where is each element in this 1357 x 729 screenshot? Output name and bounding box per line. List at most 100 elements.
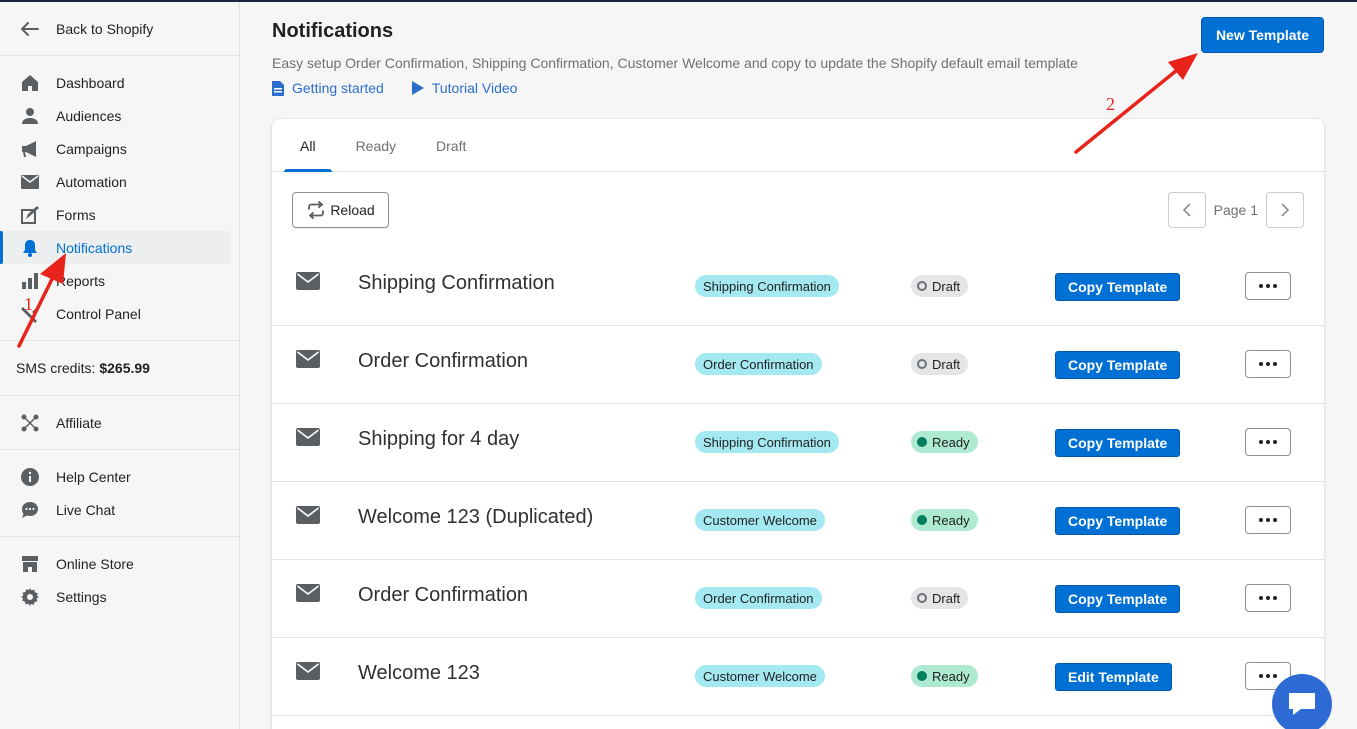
prev-page-button[interactable] [1167,192,1206,228]
pagination: Page 1 [1167,192,1304,228]
sms-credits-value: $265.99 [99,360,150,376]
template-row: Welcome 123 Customer Welcome Ready Edit … [272,638,1324,716]
back-to-shopify-link[interactable]: Back to Shopify [0,2,239,56]
getting-started-label: Getting started [292,80,384,96]
status-label: Draft [932,590,961,606]
template-row: Order Confirmation Order Confirmation Dr… [272,326,1324,404]
ellipsis-icon [1259,284,1277,288]
sidebar-item-label: Automation [56,173,127,190]
template-type-badge: Order Confirmation [695,587,822,609]
status-badge: Ready [911,431,978,453]
sidebar-item-label: Audiences [56,107,122,124]
sidebar-item-automation[interactable]: Automation [0,165,231,198]
template-name: Order Confirmation [358,584,529,606]
new-template-button[interactable]: New Template [1201,17,1324,53]
sidebar-item-online-store[interactable]: Online Store [0,547,231,580]
sidebar-item-affiliate[interactable]: Affiliate [0,406,231,439]
gear-icon [20,587,40,607]
status-label: Ready [932,512,970,528]
chat-bubble-icon [1289,693,1315,715]
person-icon [20,106,40,126]
annotation-number-2: 2 [1106,94,1115,114]
affiliate-icon [20,413,40,433]
sidebar-item-forms[interactable]: Forms [0,198,231,231]
tutorial-video-link[interactable]: Tutorial Video [411,80,518,96]
page-title: Notifications [272,20,394,42]
mail-icon [20,172,40,192]
ellipsis-icon [1259,440,1277,444]
tab-ready[interactable]: Ready [340,119,420,172]
sidebar-item-label: Dashboard [56,74,125,91]
sidebar-item-label: Affiliate [56,414,102,431]
sidebar-item-dashboard[interactable]: Dashboard [0,66,231,99]
status-label: Draft [932,278,961,294]
template-type-badge: Shipping Confirmation [695,431,839,453]
sidebar-item-help-center[interactable]: Help Center [0,460,231,493]
list-toolbar: Reload Page 1 [272,172,1324,248]
sidebar-item-audiences[interactable]: Audiences [0,99,231,132]
template-name: Shipping for 4 day [358,428,520,450]
copy-template-button[interactable]: Copy Template [1055,429,1181,457]
copy-template-button[interactable]: Copy Template [1055,351,1181,379]
tutorial-video-label: Tutorial Video [431,80,518,96]
sidebar-item-label: Campaigns [56,140,127,157]
sidebar-item-label: Online Store [56,555,134,572]
status-label: Draft [932,356,961,372]
mail-icon [296,506,320,524]
copy-template-button[interactable]: Copy Template [1055,507,1181,535]
sidebar-item-settings[interactable]: Settings [0,580,231,613]
tab-all[interactable]: All [284,119,332,172]
sidebar-affiliate-group: Affiliate [0,396,239,450]
sidebar-item-live-chat[interactable]: Live Chat [0,493,231,526]
tab-draft[interactable]: Draft [420,119,490,172]
template-name: Shipping Confirmation [358,272,555,294]
refresh-icon [306,201,326,219]
megaphone-icon [20,139,40,159]
sidebar-item-reports[interactable]: Reports [0,264,231,297]
getting-started-link[interactable]: Getting started [272,80,384,96]
template-type-badge: Customer Welcome [695,665,825,687]
status-dot [917,515,927,525]
sidebar-item-label: Reports [56,272,106,289]
ellipsis-icon [1259,596,1277,600]
sidebar: Back to Shopify Dashboard Audiences Camp… [0,2,240,729]
status-dot [917,671,927,681]
mail-icon [296,584,320,602]
sidebar-item-campaigns[interactable]: Campaigns [0,132,231,165]
templates-card: All Ready Draft Reload Page 1 Shipping C… [272,119,1324,729]
copy-template-button[interactable]: Copy Template [1055,585,1181,613]
template-type-badge: Shipping Confirmation [695,275,839,297]
mail-icon [296,272,320,290]
more-actions-button[interactable] [1245,272,1291,300]
status-dot [917,359,927,369]
chat-launcher-button[interactable] [1272,674,1332,729]
mail-icon [296,350,320,368]
status-badge: Draft [911,353,969,375]
bar-chart-icon [20,271,40,291]
status-dot [917,281,927,291]
status-badge: Draft [911,587,969,609]
sidebar-item-notifications[interactable]: Notifications [0,231,231,264]
chat-icon [20,500,40,520]
template-name: Welcome 123 [358,662,480,684]
more-actions-button[interactable] [1245,584,1291,612]
template-type-badge: Order Confirmation [695,353,822,375]
reload-button[interactable]: Reload [292,192,389,228]
sms-credits: SMS credits: $265.99 [0,341,239,396]
chevron-left-icon [1182,203,1191,217]
copy-template-button[interactable]: Copy Template [1055,273,1181,301]
edit-template-button[interactable]: Edit Template [1055,663,1172,691]
more-actions-button[interactable] [1245,350,1291,378]
sidebar-item-control-panel[interactable]: Control Panel [0,297,231,330]
help-links: Getting started Tutorial Video [272,80,517,96]
template-row: Order Confirmation Order Confirmation Dr… [272,560,1324,638]
more-actions-button[interactable] [1245,428,1291,456]
template-row: Shipping for 4 day Shipping Confirmation… [272,404,1324,482]
next-page-button[interactable] [1266,192,1304,228]
template-type-badge: Customer Welcome [695,509,825,531]
sidebar-main-nav: Dashboard Audiences Campaigns Automation… [0,56,239,341]
more-actions-button[interactable] [1245,506,1291,534]
info-icon [20,467,40,487]
home-icon [20,73,40,93]
mail-icon [296,662,320,680]
